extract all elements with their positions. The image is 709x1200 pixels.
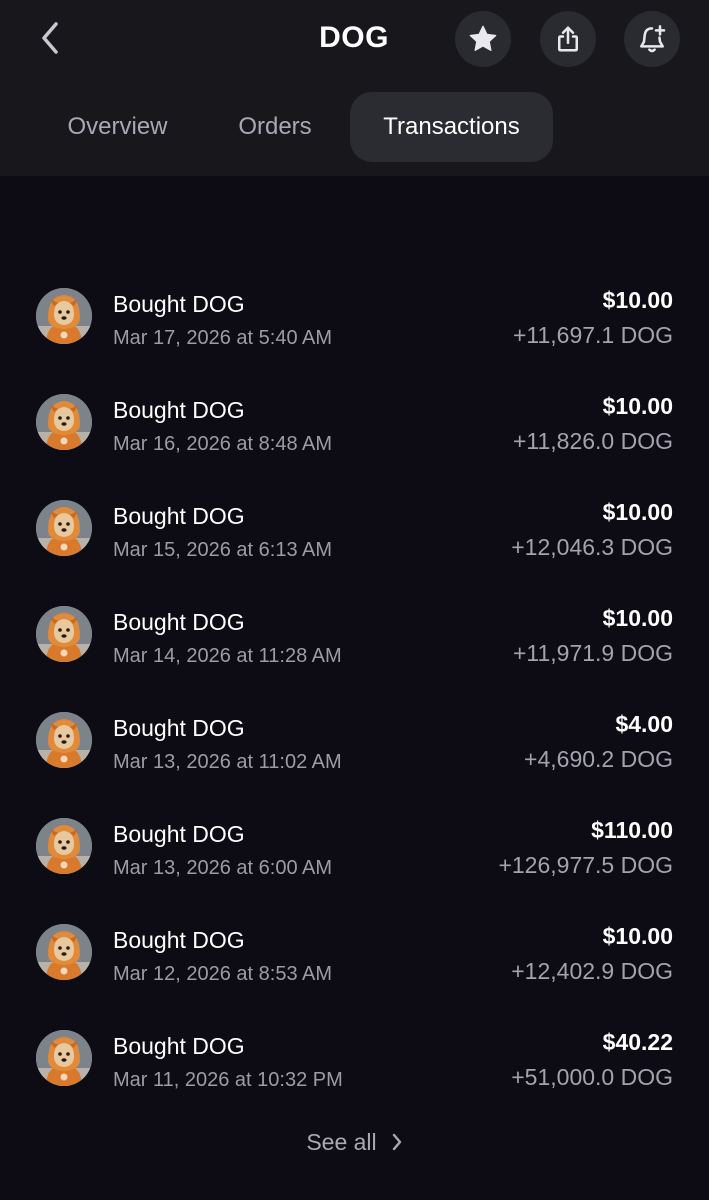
chevron-left-icon <box>42 22 58 54</box>
transaction-date: Mar 13, 2026 at 6:00 AM <box>113 857 333 879</box>
transaction-amount: $4.00 <box>615 711 673 737</box>
transaction-row[interactable]: Bought DOG Mar 13, 2026 at 11:02 AM $4.0… <box>0 686 709 792</box>
top-bar: DOG Overview Orders Transactions <box>0 0 709 176</box>
page-title: DOG <box>319 21 389 54</box>
tab-orders[interactable]: Orders <box>220 92 330 162</box>
dog-avatar <box>36 288 92 344</box>
tab-transactions[interactable]: Transactions <box>350 92 553 162</box>
dog-avatar <box>36 394 92 450</box>
share-button[interactable] <box>540 11 596 67</box>
transaction-title: Bought DOG <box>113 715 245 741</box>
transaction-list: Bought DOG Mar 17, 2026 at 5:40 AM $10.0… <box>0 262 709 1110</box>
transaction-date: Mar 13, 2026 at 11:02 AM <box>113 751 342 773</box>
transaction-row[interactable]: Bought DOG Mar 11, 2026 at 10:32 PM $40.… <box>0 1004 709 1110</box>
transaction-quantity: +12,402.9 DOG <box>511 958 673 984</box>
transaction-title: Bought DOG <box>113 821 245 847</box>
transaction-title: Bought DOG <box>113 291 245 317</box>
star-icon <box>469 25 497 51</box>
bell-plus-icon <box>640 25 666 53</box>
dog-avatar <box>36 500 92 556</box>
favorite-button[interactable] <box>455 11 511 67</box>
transaction-quantity: +4,690.2 DOG <box>524 746 673 772</box>
transaction-row[interactable]: Bought DOG Mar 13, 2026 at 6:00 AM $110.… <box>0 792 709 898</box>
transaction-amount: $10.00 <box>602 605 673 631</box>
transaction-amount: $10.00 <box>602 393 673 419</box>
transaction-date: Mar 15, 2026 at 6:13 AM <box>113 539 333 561</box>
dog-avatar <box>36 924 92 980</box>
transaction-quantity: +11,697.1 DOG <box>512 322 673 348</box>
alert-button[interactable] <box>624 11 680 67</box>
transaction-row[interactable]: Bought DOG Mar 16, 2026 at 8:48 AM $10.0… <box>0 368 709 474</box>
transaction-amount: $110.00 <box>591 817 673 843</box>
tab-overview[interactable]: Overview <box>40 92 195 162</box>
transaction-quantity: +12,046.3 DOG <box>511 534 673 560</box>
see-all-button[interactable]: See all <box>0 1122 709 1162</box>
transaction-date: Mar 16, 2026 at 8:48 AM <box>113 433 333 455</box>
transaction-row[interactable]: Bought DOG Mar 14, 2026 at 11:28 AM $10.… <box>0 580 709 686</box>
chevron-right-icon <box>392 1133 401 1151</box>
transaction-row[interactable]: Bought DOG Mar 17, 2026 at 5:40 AM $10.0… <box>0 262 709 368</box>
back-button[interactable] <box>30 18 70 58</box>
transaction-title: Bought DOG <box>113 503 245 529</box>
transaction-quantity: +11,971.9 DOG <box>512 640 673 666</box>
transaction-amount: $10.00 <box>602 499 673 525</box>
see-all-label: See all <box>306 1128 377 1155</box>
transaction-title: Bought DOG <box>113 609 245 635</box>
dog-avatar <box>36 818 92 874</box>
transaction-quantity: +11,826.0 DOG <box>512 428 673 454</box>
transaction-row[interactable]: Bought DOG Mar 15, 2026 at 6:13 AM $10.0… <box>0 474 709 580</box>
transaction-quantity: +126,977.5 DOG <box>498 852 673 878</box>
transaction-amount: $10.00 <box>602 287 673 313</box>
transaction-title: Bought DOG <box>113 1033 245 1059</box>
tab-bar: Overview Orders Transactions <box>0 92 709 162</box>
transaction-amount: $40.22 <box>602 1029 673 1055</box>
transaction-title: Bought DOG <box>113 397 245 423</box>
dog-avatar <box>36 1030 92 1086</box>
share-icon <box>558 26 578 52</box>
transaction-amount: $10.00 <box>602 923 673 949</box>
transaction-quantity: +51,000.0 DOG <box>511 1064 673 1090</box>
dog-avatar <box>36 606 92 662</box>
transaction-row[interactable]: Bought DOG Mar 12, 2026 at 8:53 AM $10.0… <box>0 898 709 1004</box>
dog-avatar <box>36 712 92 768</box>
transaction-date: Mar 12, 2026 at 8:53 AM <box>113 963 333 985</box>
transaction-title: Bought DOG <box>113 927 245 953</box>
transaction-date: Mar 17, 2026 at 5:40 AM <box>113 327 333 349</box>
transaction-date: Mar 11, 2026 at 10:32 PM <box>113 1069 343 1091</box>
transaction-date: Mar 14, 2026 at 11:28 AM <box>113 645 342 667</box>
